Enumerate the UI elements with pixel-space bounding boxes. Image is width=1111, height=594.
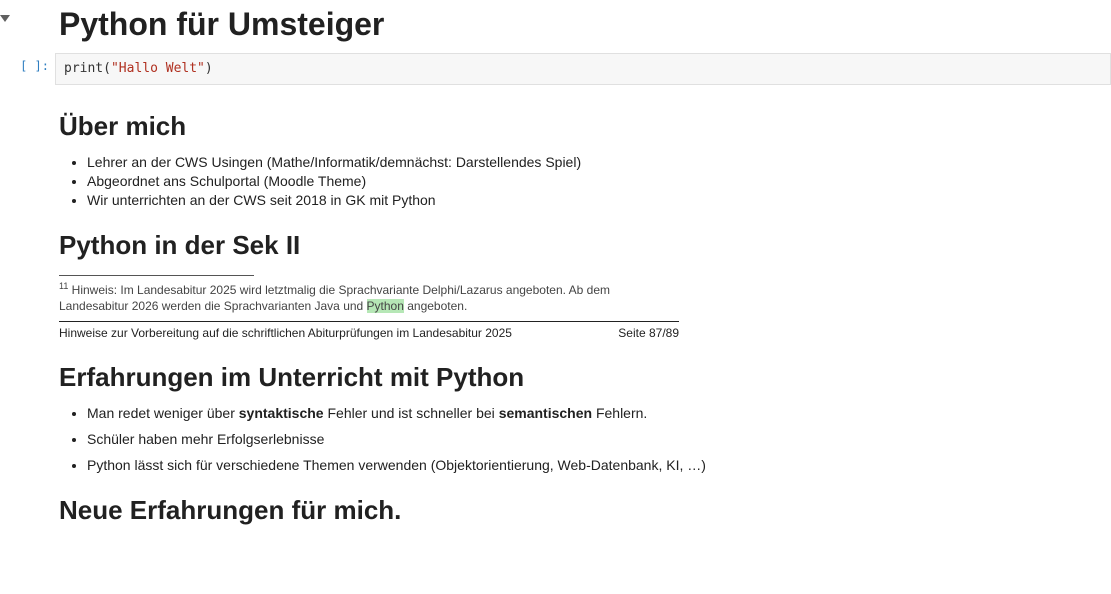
about-list: Lehrer an der CWS Usingen (Mathe/Informa…	[59, 154, 1111, 208]
title-cell: Python für Umsteiger	[0, 0, 1111, 51]
list-item: Man redet weniger über syntaktische Fehl…	[87, 405, 1111, 421]
footnote-footer-left: Hinweise zur Vorbereitung auf die schrif…	[59, 326, 512, 340]
footnote-bottom-rule	[59, 321, 679, 322]
list-item: Abgeordnet ans Schulportal (Moodle Theme…	[87, 173, 1111, 189]
execution-prompt: [ ]:	[14, 53, 55, 73]
footnote-tail: angeboten.	[404, 299, 467, 313]
list-item: Schüler haben mehr Erfolgserlebnisse	[87, 431, 1111, 447]
text-span: Man redet weniger über	[87, 405, 239, 421]
footnote-highlight: Python	[367, 299, 404, 313]
code-token-paren-open: (	[103, 61, 111, 76]
prompt-empty	[14, 89, 55, 95]
footnote-text: 11 Hinweis: Im Landesabitur 2025 wird le…	[59, 280, 679, 314]
footnote-excerpt: 11 Hinweis: Im Landesabitur 2025 wird le…	[59, 275, 679, 339]
text-span: Fehler und ist schneller bei	[324, 405, 499, 421]
footnote-top-rule	[59, 275, 254, 276]
code-token-string: "Hallo Welt"	[111, 61, 205, 76]
code-token-func: print	[64, 61, 103, 76]
footnote-number: 11	[59, 281, 68, 291]
code-token-paren-close: )	[205, 61, 213, 76]
content-cell: Über mich Lehrer an der CWS Usingen (Mat…	[0, 87, 1111, 539]
heading-experience: Erfahrungen im Unterricht mit Python	[59, 362, 1111, 393]
list-item: Lehrer an der CWS Usingen (Mathe/Informa…	[87, 154, 1111, 170]
code-cell: [ ]: print("Hallo Welt")	[0, 51, 1111, 87]
footnote-footer-right: Seite 87/89	[618, 326, 679, 340]
cell-collapser[interactable]	[0, 2, 14, 23]
text-bold: syntaktische	[239, 405, 324, 421]
prompt-empty	[14, 2, 55, 8]
text-span: Fehlern.	[592, 405, 647, 421]
list-item: Python lässt sich für verschiedene Theme…	[87, 457, 1111, 473]
page-title: Python für Umsteiger	[59, 6, 1111, 43]
cell-collapser-placeholder	[0, 53, 14, 64]
heading-new-experience: Neue Erfahrungen für mich.	[59, 495, 1111, 526]
heading-sek2: Python in der Sek II	[59, 230, 1111, 261]
footnote-lead: Hinweis: Im Landesabitur 2025 wird letzt…	[59, 283, 610, 313]
text-bold: semantischen	[499, 405, 592, 421]
list-item: Wir unterrichten an der CWS seit 2018 in…	[87, 192, 1111, 208]
experience-list: Man redet weniger über syntaktische Fehl…	[59, 405, 1111, 473]
heading-about: Über mich	[59, 111, 1111, 142]
cell-collapser-placeholder	[0, 89, 14, 100]
code-input[interactable]: print("Hallo Welt")	[55, 53, 1111, 85]
